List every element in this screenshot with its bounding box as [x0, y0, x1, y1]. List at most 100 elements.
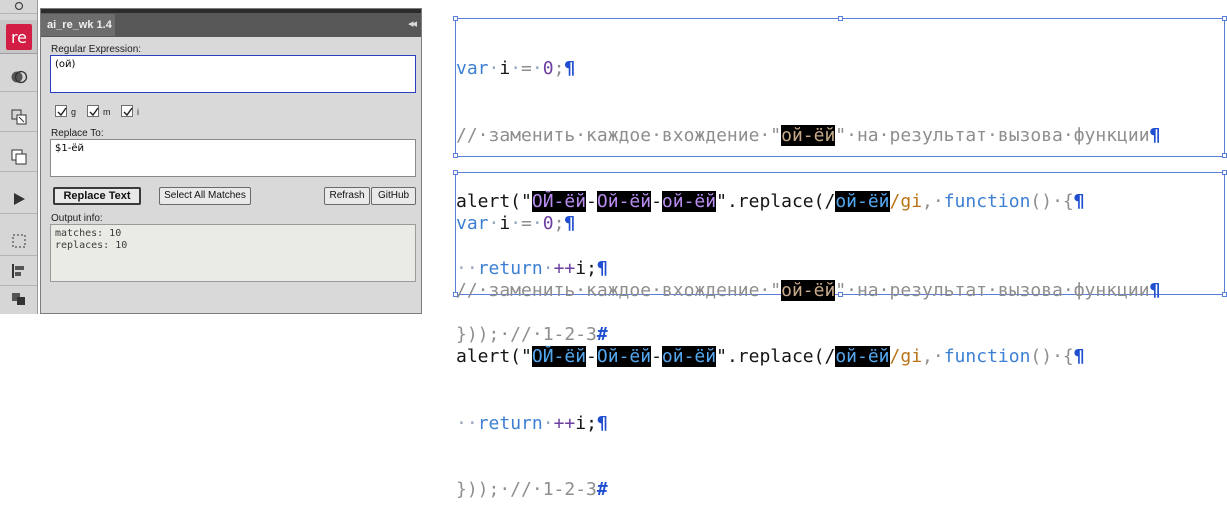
collapse-icon[interactable]: ◂◂	[408, 17, 417, 30]
comment-text: "·на·результат·вызова·функции	[835, 124, 1150, 146]
artboard-icon	[11, 109, 26, 124]
frame2-handle-tr[interactable]	[1222, 170, 1227, 175]
pilcrow-mark: ¶	[564, 213, 576, 234]
check-icon	[57, 107, 67, 117]
comment-text: }));·//·1-2-3	[456, 479, 597, 500]
match-highlight: ой-ёй	[781, 124, 836, 146]
flag-i-label: i	[137, 107, 139, 117]
match-highlight: ой-ёй	[781, 279, 836, 301]
pilcrow-mark: ¶	[596, 412, 608, 434]
comment-text: //·заменить·каждое·вхождение·"	[456, 279, 782, 301]
number-literal: 0	[542, 58, 554, 79]
re-tool[interactable]: re	[0, 20, 37, 54]
identifier: i	[499, 58, 511, 79]
code-text: -	[586, 346, 597, 367]
flag-i-checkbox[interactable]	[121, 105, 133, 117]
whitespace-mark: ·	[510, 58, 522, 79]
operator: =	[521, 213, 532, 234]
code-line: ··return·++i;¶	[456, 412, 1160, 437]
output-label: Output info:	[51, 213, 103, 224]
pathfinder-tool[interactable]	[0, 284, 37, 314]
align-tool[interactable]	[0, 256, 37, 286]
code-text: -	[651, 346, 662, 367]
play-icon	[13, 192, 25, 205]
re-app-icon: re	[6, 24, 32, 50]
code-line: //·заменить·каждое·вхождение·"ой-ёй"·на·…	[456, 124, 1160, 149]
code-line: var·i·=·0;¶	[456, 57, 1160, 82]
play-tool[interactable]	[0, 184, 37, 214]
keyword: function	[943, 346, 1031, 367]
whitespace-mark: ·	[488, 213, 500, 234]
github-button[interactable]: GitHub	[371, 187, 416, 205]
pilcrow-mark: ¶	[1149, 124, 1161, 146]
match-highlight: Ой-ёй	[596, 346, 652, 367]
flag-m-checkbox[interactable]	[87, 105, 99, 117]
artboard-tool[interactable]	[0, 102, 37, 132]
code-line: var·i·=·0;¶	[456, 212, 1160, 237]
code-block-2: var·i·=·0;¶ //·заменить·каждое·вхождение…	[456, 170, 1160, 524]
crop-area-icon	[12, 234, 25, 247]
replace-label: Replace To:	[51, 128, 104, 139]
tools-panel: re	[0, 0, 38, 314]
pilcrow-mark: ¶	[1073, 346, 1085, 367]
regex-input[interactable]: (ой)	[50, 55, 416, 93]
end-of-story-mark: #	[596, 479, 608, 500]
pathfinder-icon	[11, 293, 25, 305]
number-literal: 0	[542, 213, 554, 234]
keyword: var	[456, 58, 489, 79]
punctuation: ()·{	[1030, 346, 1074, 367]
punctuation: ;	[553, 58, 565, 79]
regex-label: Regular Expression:	[51, 44, 142, 55]
operator: ++	[553, 412, 576, 434]
keyword: var	[456, 213, 489, 234]
panel-tabbar: ai_re_wk 1.4 ◂◂	[41, 13, 421, 37]
match-highlight: ой-ёй	[661, 346, 717, 367]
punctuation: ,·	[922, 346, 944, 367]
code-line: //·заменить·каждое·вхождение·"ой-ёй"·на·…	[456, 279, 1160, 304]
code-line: }));·//·1-2-3#	[456, 478, 1160, 503]
app-badge-label: re	[10, 27, 28, 47]
code-text: .replace(/	[726, 346, 836, 367]
replace-text-button[interactable]: Replace Text	[53, 187, 141, 205]
flag-g-label: g	[71, 107, 77, 117]
keyword: return	[477, 412, 543, 434]
regex-panel: ai_re_wk 1.4 ◂◂ Regular Expression: (ой)…	[40, 8, 422, 314]
flag-m-label: m	[103, 107, 111, 117]
output-line-replaces: replaces: 10	[55, 240, 128, 251]
identifier: i;	[575, 412, 597, 434]
output-area: matches: 10 replaces: 10	[50, 224, 416, 282]
check-icon	[89, 107, 99, 117]
layers-tool[interactable]	[0, 142, 37, 172]
shape-builder-tool[interactable]	[0, 62, 37, 92]
code-text: "	[716, 346, 727, 367]
replace-input[interactable]: $1-ёй	[50, 139, 416, 177]
identifier: i	[499, 213, 511, 234]
crop-area-tool[interactable]	[0, 226, 37, 256]
match-highlight: ой-ёй	[835, 346, 890, 367]
panel-title-tab[interactable]: ai_re_wk 1.4	[41, 14, 115, 36]
select-all-matches-button[interactable]: Select All Matches	[159, 187, 251, 205]
pilcrow-mark: ¶	[1149, 279, 1161, 301]
punctuation: ;	[553, 213, 565, 234]
whitespace-mark: ·	[488, 58, 500, 79]
shape-builder-icon	[11, 70, 27, 83]
regex-flags: /gi	[889, 346, 923, 367]
whitespace-mark: ·	[542, 412, 554, 434]
frame2-handle-br[interactable]	[1222, 292, 1227, 297]
selection-tool[interactable]	[0, 0, 37, 14]
layers-icon	[11, 149, 26, 164]
align-icon	[11, 263, 24, 278]
output-line-matches: matches: 10	[55, 228, 122, 239]
panel-body: Regular Expression: (ой) g m i Replace T…	[41, 37, 421, 313]
refresh-button[interactable]: Refrash	[324, 187, 370, 205]
frame1-handle-br[interactable]	[1222, 153, 1227, 158]
check-icon	[123, 107, 133, 117]
operator: =	[521, 58, 532, 79]
match-highlight: ОЙ-ёй	[531, 346, 587, 367]
flag-g-checkbox[interactable]	[55, 105, 67, 117]
whitespace-mark: ·	[510, 213, 522, 234]
frame1-handle-tr[interactable]	[1222, 16, 1227, 21]
code-line: alert("ОЙ-ёй-Ой-ёй-ой-ёй".replace(/ой-ёй…	[456, 345, 1160, 370]
whitespace-mark: ··	[456, 412, 478, 434]
code-text: alert("	[456, 346, 532, 367]
